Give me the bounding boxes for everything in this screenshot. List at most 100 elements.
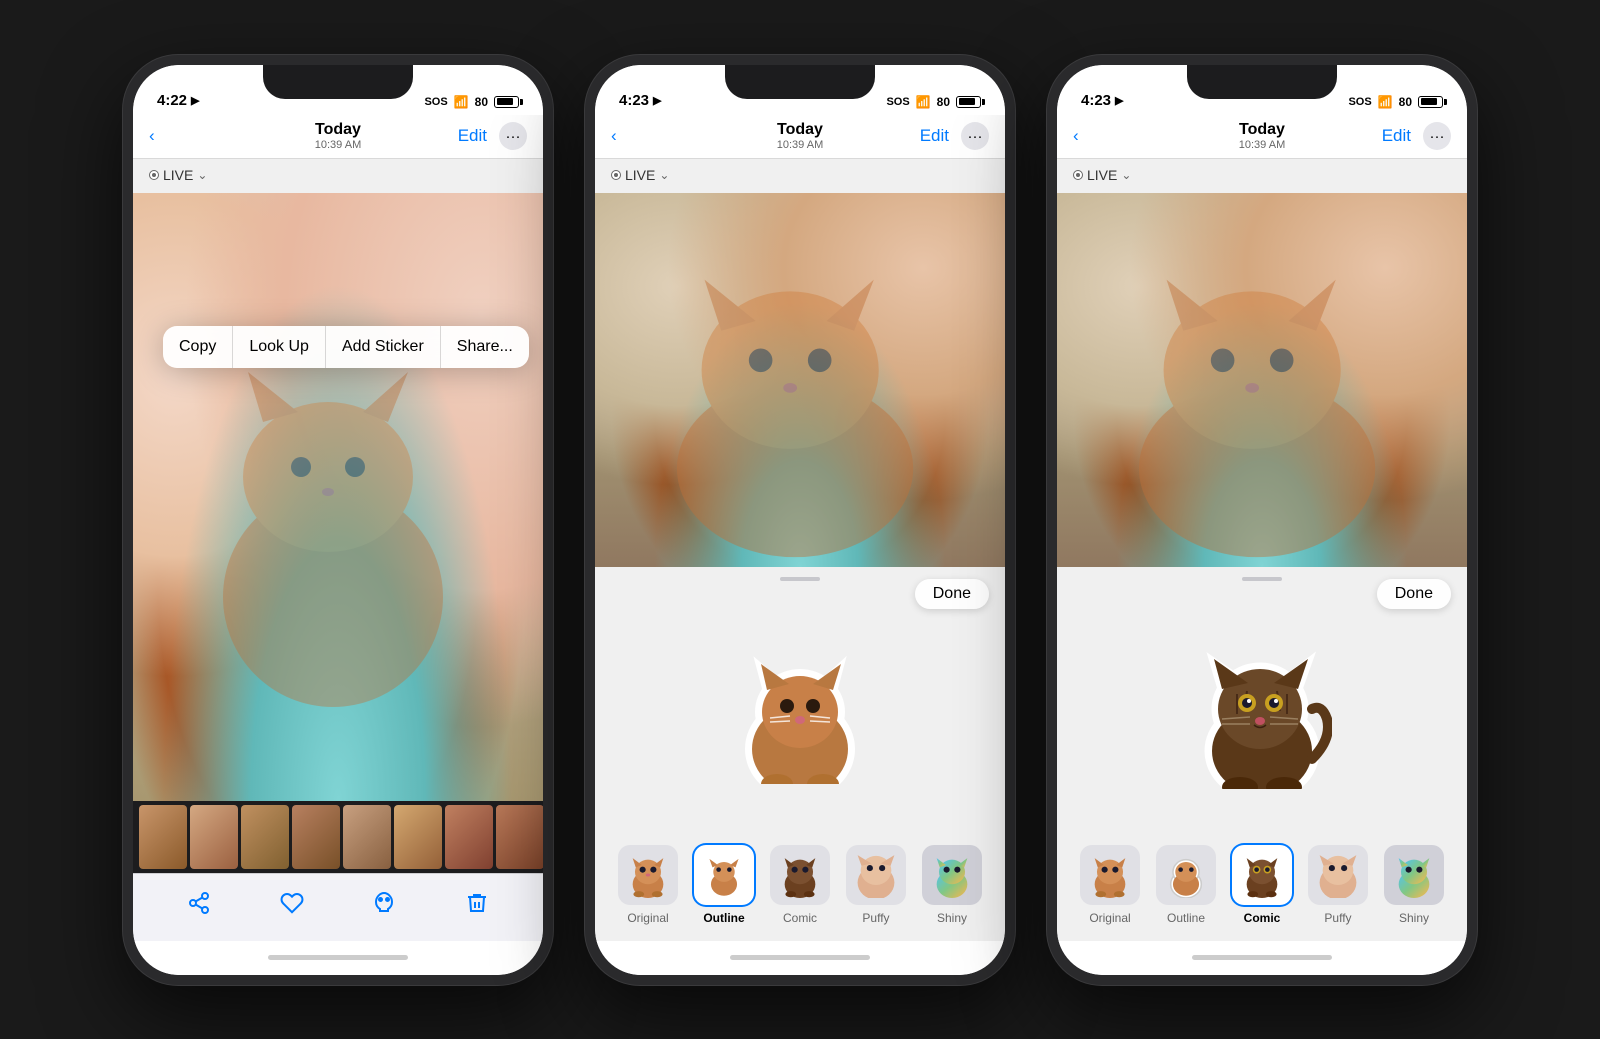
sticker-thumb-outline-3[interactable] bbox=[1156, 845, 1216, 905]
status-icons-3: SOS 📶 80 bbox=[1348, 95, 1443, 109]
more-button-3[interactable]: ··· bbox=[1423, 122, 1451, 150]
favorite-button[interactable] bbox=[272, 883, 312, 923]
thumb-item[interactable] bbox=[139, 805, 187, 869]
sticker-opt-comic-2[interactable]: Comic bbox=[766, 845, 834, 925]
live-badge-1[interactable]: LIVE ⌄ bbox=[149, 167, 207, 183]
phone-frame-3: 4:23 ▶ SOS 📶 80 ‹ bbox=[1047, 55, 1477, 985]
done-button-3[interactable]: Done bbox=[1377, 579, 1451, 609]
thumb-item[interactable] bbox=[292, 805, 340, 869]
live-chevron-2: ⌄ bbox=[659, 168, 669, 182]
more-button-2[interactable]: ··· bbox=[961, 122, 989, 150]
sticker-picker-3: Done bbox=[1057, 567, 1467, 941]
thumb-img bbox=[190, 805, 238, 869]
sticker-thumb-comic-2[interactable] bbox=[770, 845, 830, 905]
thumb-item[interactable] bbox=[241, 805, 289, 869]
drag-handle-3[interactable] bbox=[1242, 577, 1282, 581]
back-button-3[interactable]: ‹ bbox=[1073, 126, 1079, 146]
copy-button[interactable]: Copy bbox=[163, 326, 233, 368]
sticker-opt-comic-3[interactable]: Comic bbox=[1228, 845, 1296, 925]
sticker-photo-2[interactable] bbox=[595, 193, 1005, 567]
thumb-item[interactable] bbox=[445, 805, 493, 869]
sticker-options-3: Original bbox=[1057, 837, 1467, 941]
sticker-opt-shiny-3[interactable]: Shiny bbox=[1380, 845, 1448, 925]
sticker-opt-outline-3[interactable]: Outline bbox=[1152, 845, 1220, 925]
phone-frame-1: 4:22 ▶ SOS 📶 80 ‹ bbox=[123, 55, 553, 985]
sticker-thumb-original-3[interactable] bbox=[1080, 845, 1140, 905]
back-button-1[interactable]: ‹ bbox=[149, 126, 155, 146]
thumb-item[interactable] bbox=[496, 805, 543, 869]
share-toolbar-button[interactable] bbox=[179, 883, 219, 923]
edit-button-3[interactable]: Edit bbox=[1382, 126, 1411, 146]
more-button-1[interactable]: ··· bbox=[499, 122, 527, 150]
outline-label-2: Outline bbox=[703, 911, 744, 925]
drag-handle-2[interactable] bbox=[780, 577, 820, 581]
puffy-label-3: Puffy bbox=[1324, 911, 1351, 925]
shiny-label-3: Shiny bbox=[1399, 911, 1429, 925]
back-button-2[interactable]: ‹ bbox=[611, 126, 617, 146]
sticker-photo-3[interactable] bbox=[1057, 193, 1467, 567]
outline-label-3: Outline bbox=[1167, 911, 1205, 925]
status-time-2: 4:23 ▶ bbox=[619, 92, 662, 109]
cat-photo-bg-2 bbox=[595, 193, 1005, 567]
sticker-thumb-shiny-3[interactable] bbox=[1384, 845, 1444, 905]
sticker-thumb-comic-3[interactable] bbox=[1232, 845, 1292, 905]
battery-fill-3 bbox=[1421, 98, 1437, 105]
pet-button[interactable] bbox=[364, 883, 404, 923]
thumb-item[interactable] bbox=[190, 805, 238, 869]
screen-2: 4:23 ▶ SOS 📶 80 ‹ bbox=[595, 65, 1005, 975]
thumb-img bbox=[139, 805, 187, 869]
live-label-2: LIVE bbox=[625, 167, 655, 183]
done-button-2[interactable]: Done bbox=[915, 579, 989, 609]
nav-title-main-3: Today bbox=[1239, 121, 1285, 139]
sticker-opt-original-3[interactable]: Original bbox=[1076, 845, 1144, 925]
add-sticker-button[interactable]: Add Sticker bbox=[326, 326, 441, 368]
sticker-art-3 bbox=[1192, 639, 1332, 789]
nav-bar-1: ‹ Today 10:39 AM Edit ··· bbox=[133, 115, 543, 159]
live-chevron-1: ⌄ bbox=[197, 168, 207, 182]
sticker-opt-shiny-2[interactable]: Shiny bbox=[918, 845, 986, 925]
live-bar-1: LIVE ⌄ bbox=[133, 159, 543, 193]
sticker-opt-puffy-2[interactable]: Puffy bbox=[842, 845, 910, 925]
share-button[interactable]: Share... bbox=[441, 326, 529, 368]
thumbnail-strip-1[interactable] bbox=[133, 801, 543, 873]
sticker-opt-outline-2[interactable]: Outline bbox=[690, 845, 758, 925]
battery-2: 80 bbox=[937, 95, 950, 109]
notch-2 bbox=[725, 65, 875, 99]
sticker-thumb-outline-2[interactable] bbox=[694, 845, 754, 905]
sticker-art-2 bbox=[735, 644, 865, 784]
status-icons-1: SOS 📶 80 bbox=[424, 95, 519, 109]
sticker-opt-puffy-3[interactable]: Puffy bbox=[1304, 845, 1372, 925]
look-up-button[interactable]: Look Up bbox=[233, 326, 326, 368]
home-indicator-3 bbox=[1057, 941, 1467, 975]
sticker-thumb-original-2[interactable] bbox=[618, 845, 678, 905]
thumb-item[interactable] bbox=[394, 805, 442, 869]
live-label-1: LIVE bbox=[163, 167, 193, 183]
home-bar-3 bbox=[1192, 955, 1332, 960]
sticker-thumb-puffy-2[interactable] bbox=[846, 845, 906, 905]
sticker-thumb-shiny-2[interactable] bbox=[922, 845, 982, 905]
comic-label-2: Comic bbox=[783, 911, 817, 925]
sticker-opt-original-2[interactable]: Original bbox=[614, 845, 682, 925]
nav-bar-2: ‹ Today 10:39 AM Edit ··· bbox=[595, 115, 1005, 159]
notch-1 bbox=[263, 65, 413, 99]
sticker-thumb-puffy-3[interactable] bbox=[1308, 845, 1368, 905]
nav-title-2: Today 10:39 AM bbox=[777, 121, 823, 151]
phone-2: 4:23 ▶ SOS 📶 80 ‹ bbox=[585, 55, 1015, 985]
live-dot-2 bbox=[611, 170, 621, 180]
live-badge-2[interactable]: LIVE ⌄ bbox=[611, 167, 669, 183]
photo-area-1[interactable]: Copy Look Up Add Sticker Share... bbox=[133, 193, 543, 801]
thumb-item[interactable] bbox=[343, 805, 391, 869]
nav-title-1: Today 10:39 AM bbox=[315, 121, 361, 151]
edit-button-1[interactable]: Edit bbox=[458, 126, 487, 146]
edit-button-2[interactable]: Edit bbox=[920, 126, 949, 146]
thumb-img bbox=[496, 805, 543, 869]
nav-title-main-1: Today bbox=[315, 121, 361, 139]
nav-title-main-2: Today bbox=[777, 121, 823, 139]
live-badge-3[interactable]: LIVE ⌄ bbox=[1073, 167, 1131, 183]
cat-svg-2 bbox=[595, 193, 1005, 567]
delete-button[interactable] bbox=[457, 883, 497, 923]
notch-3 bbox=[1187, 65, 1337, 99]
location-arrow-1: ▶ bbox=[191, 94, 199, 107]
original-label-3: Original bbox=[1089, 911, 1130, 925]
battery-3: 80 bbox=[1399, 95, 1412, 109]
